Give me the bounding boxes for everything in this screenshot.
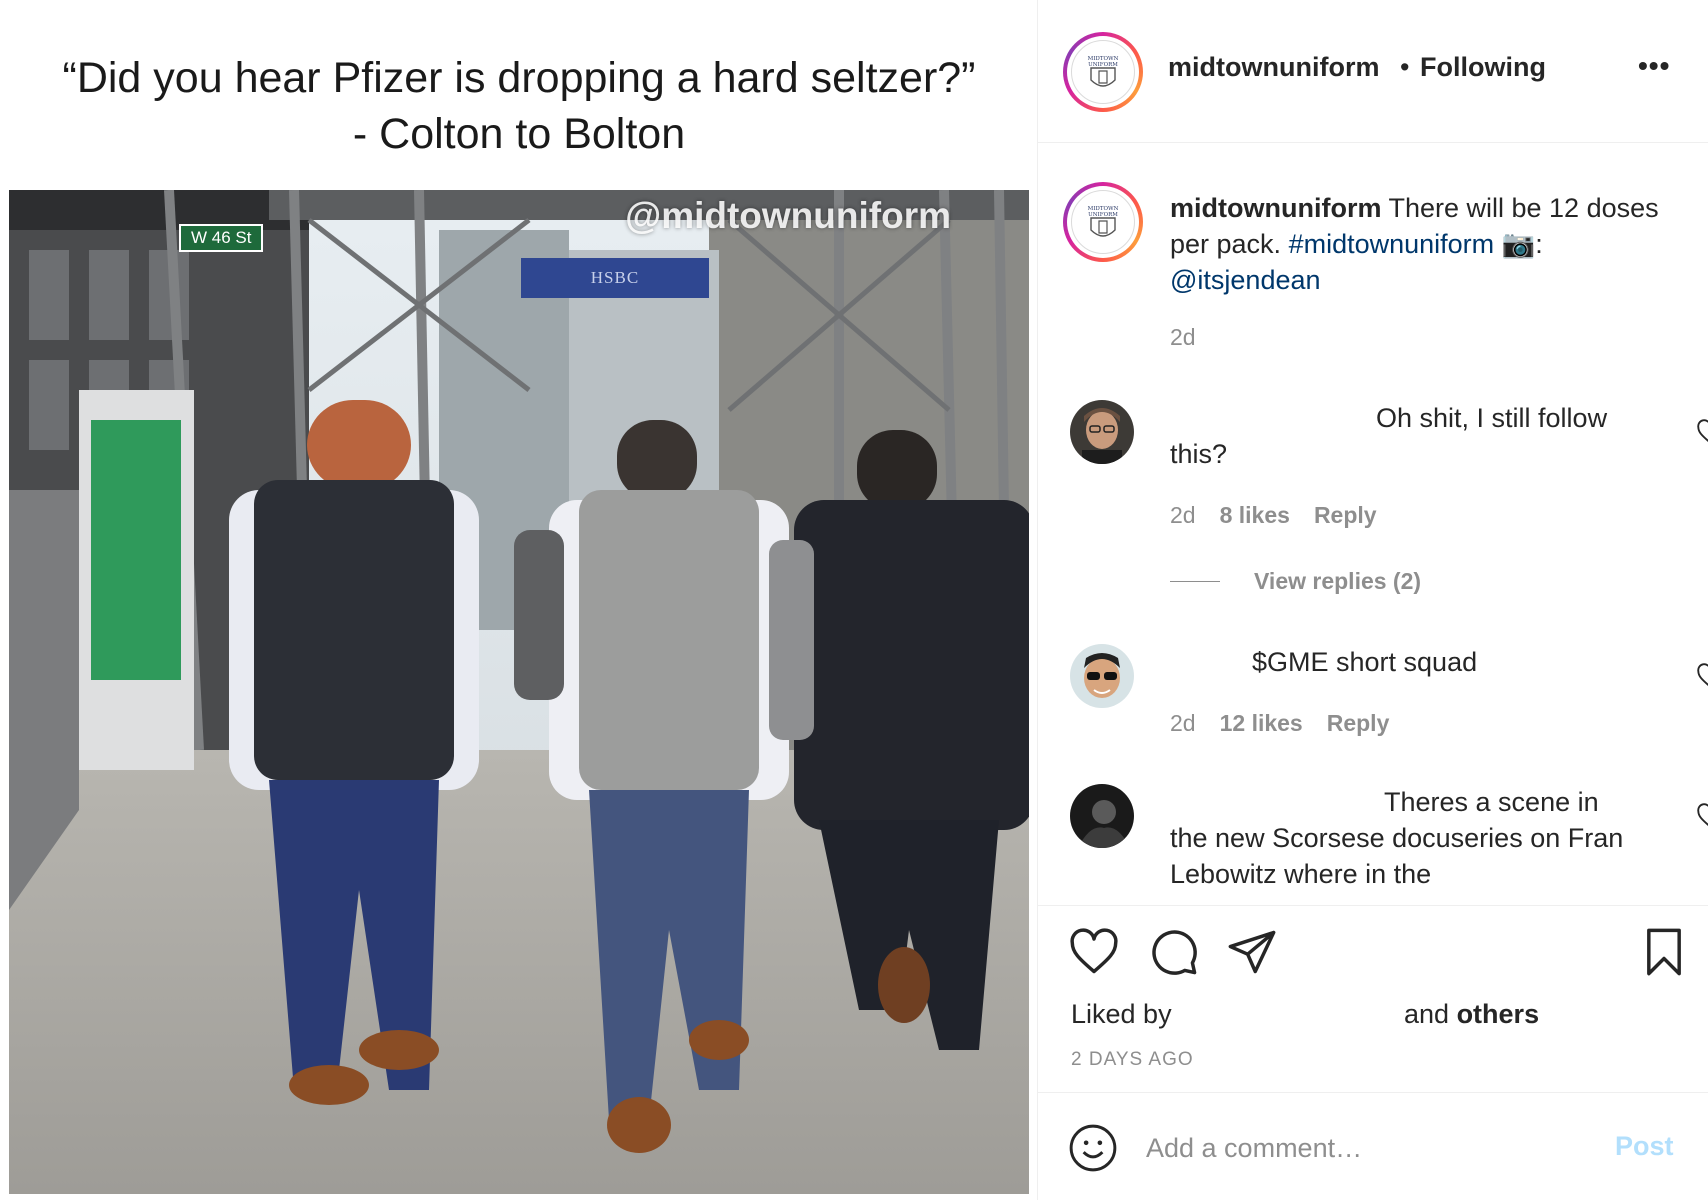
caption-author-avatar[interactable]: MIDTOWN UNIFORM — [1063, 182, 1143, 262]
comment-likes[interactable]: 8 likes — [1220, 502, 1290, 529]
view-replies-label[interactable]: View replies (2) — [1254, 568, 1421, 595]
share-paper-plane-icon[interactable] — [1226, 926, 1278, 978]
post-actions: Liked by and others 2 DAYS AGO — [1038, 905, 1708, 1092]
add-comment-bar: Post — [1038, 1092, 1708, 1200]
comment-body: Oh shit, I still follow this? — [1170, 403, 1608, 469]
watermark: @midtownuniform — [625, 195, 951, 236]
like-heart-icon[interactable] — [1068, 926, 1120, 978]
others-link[interactable]: others — [1457, 999, 1540, 1029]
add-comment-input[interactable] — [1146, 1123, 1586, 1173]
author-avatar[interactable]: MIDTOWN UNIFORM — [1063, 32, 1143, 112]
comment-meta: 2d 12 likes Reply — [1170, 710, 1389, 737]
view-replies-button[interactable]: View replies (2) — [1170, 568, 1421, 595]
replies-divider — [1170, 581, 1220, 582]
author-username[interactable]: midtownuniform — [1168, 52, 1379, 83]
comment-body: Theres a scene in the new Scorsese docus… — [1170, 787, 1624, 889]
post-comment-button[interactable]: Post — [1615, 1131, 1674, 1162]
street-sign: W 46 St — [179, 224, 264, 252]
and-label: and — [1404, 999, 1457, 1029]
comment-timestamp[interactable]: 2d — [1170, 502, 1196, 529]
caption-timestamp[interactable]: 2d — [1170, 324, 1196, 351]
meme-caption: “Did you hear Pfizer is dropping a hard … — [0, 50, 1038, 162]
reply-button[interactable]: Reply — [1327, 710, 1390, 737]
comments-list[interactable]: MIDTOWN UNIFORM midtownuniform There wil… — [1038, 144, 1708, 904]
post-header: MIDTOWN UNIFORM midtownuniform • Followi… — [1038, 0, 1708, 143]
save-bookmark-icon[interactable] — [1638, 926, 1690, 978]
comment-timestamp[interactable]: 2d — [1170, 710, 1196, 737]
liked-by-label[interactable]: Liked by — [1071, 999, 1172, 1030]
caption-text: midtownuniform There will be 12 doses pe… — [1170, 190, 1670, 298]
comment-body: $GME short squad — [1252, 647, 1478, 677]
caption-mention[interactable]: @itsjendean — [1170, 265, 1321, 295]
comment-text: $GME short squad — [1170, 644, 1640, 680]
emoji-smiley-icon[interactable] — [1068, 1123, 1118, 1173]
separator-dot: • — [1400, 52, 1410, 82]
comment-bubble-icon[interactable] — [1148, 926, 1200, 978]
commenter-avatar[interactable] — [1070, 784, 1134, 848]
commenter-avatar[interactable] — [1070, 400, 1134, 464]
liked-by-others[interactable]: and others — [1404, 999, 1539, 1030]
comment-meta: 2d 8 likes Reply — [1170, 502, 1377, 529]
instagram-post-view: “Did you hear Pfizer is dropping a hard … — [0, 0, 1708, 1200]
reply-button[interactable]: Reply — [1314, 502, 1377, 529]
svg-text:UNIFORM: UNIFORM — [1088, 212, 1118, 218]
commenter-avatar[interactable] — [1070, 644, 1134, 708]
post-media: “Did you hear Pfizer is dropping a hard … — [0, 0, 1038, 1200]
like-comment-heart-icon[interactable] — [1696, 662, 1708, 690]
meme-caption-quote: “Did you hear Pfizer is dropping a hard … — [62, 54, 976, 102]
meme-caption-attribution: - Colton to Bolton — [352, 110, 686, 158]
post-date[interactable]: 2 DAYS AGO — [1071, 1049, 1194, 1071]
caption-hashtag[interactable]: #midtownuniform — [1289, 229, 1495, 259]
caption-username[interactable]: midtownuniform — [1170, 193, 1381, 223]
post-photo[interactable]: W 46 St HSBC @midtownuniform — [9, 190, 1029, 1194]
brand-logo-icon: MIDTOWN UNIFORM — [1071, 40, 1135, 104]
comment-text: Oh shit, I still follow this? — [1170, 400, 1640, 472]
comment-likes[interactable]: 12 likes — [1220, 710, 1303, 737]
following-button[interactable]: Following — [1420, 52, 1546, 83]
camera-icon: 📷: — [1494, 229, 1543, 259]
street-scene-illustration — [9, 190, 1029, 1194]
comment-text: Theres a scene in the new Scorsese docus… — [1170, 784, 1640, 892]
like-comment-heart-icon[interactable] — [1696, 418, 1708, 446]
bank-sign: HSBC — [521, 258, 709, 298]
brand-logo-icon: MIDTOWN UNIFORM — [1071, 190, 1135, 254]
svg-text:UNIFORM: UNIFORM — [1088, 62, 1118, 68]
post-sidebar: MIDTOWN UNIFORM midtownuniform • Followi… — [1038, 0, 1708, 1200]
more-options-icon[interactable]: ••• — [1638, 52, 1678, 86]
like-comment-heart-icon[interactable] — [1696, 802, 1708, 830]
